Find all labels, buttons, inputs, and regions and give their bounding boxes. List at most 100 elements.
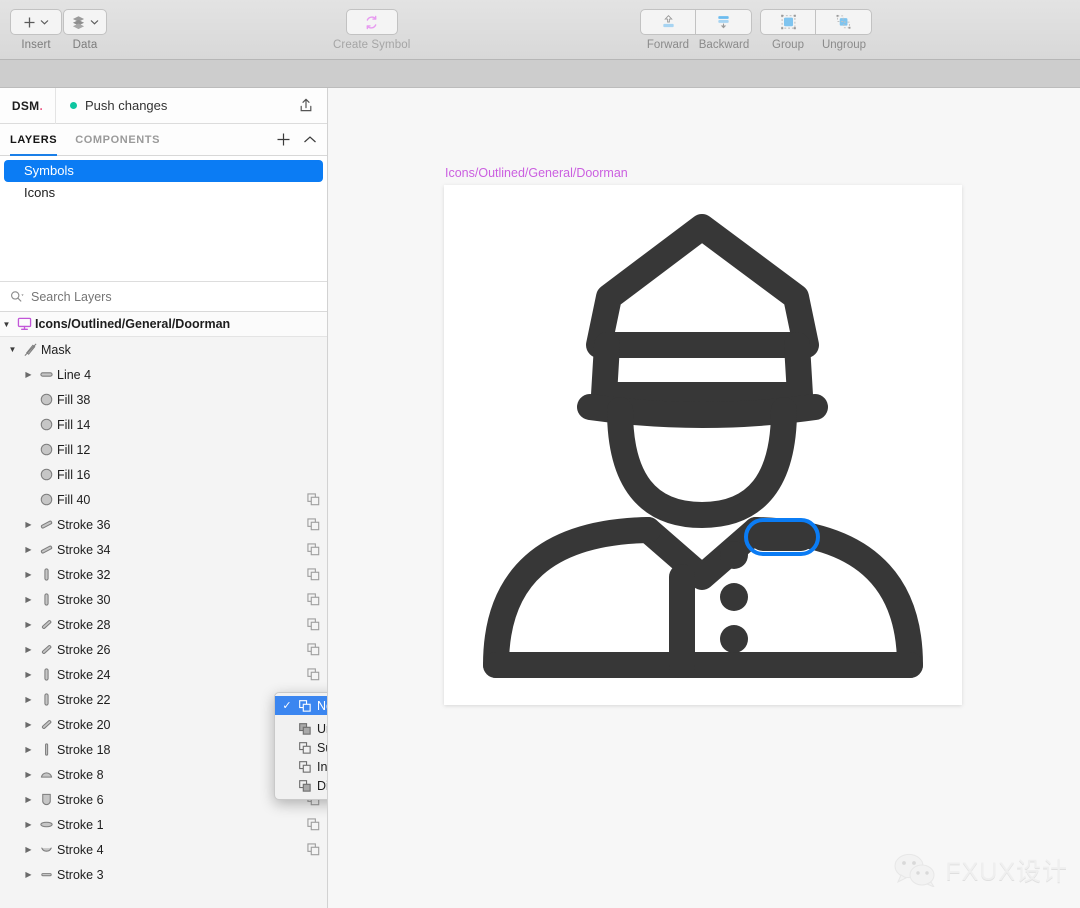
context-menu-item[interactable]: Difference <box>275 776 327 795</box>
layer-row-label: Fill 38 <box>57 392 91 407</box>
symbols-list-item-icons[interactable]: Icons <box>4 182 323 204</box>
context-menu-item-label: Union <box>317 721 327 736</box>
vbar-icon <box>35 592 57 607</box>
artboard[interactable] <box>444 185 962 705</box>
search-layers-row[interactable] <box>0 282 327 312</box>
layer-row[interactable]: ▶ Stroke 36 <box>0 512 327 537</box>
add-button[interactable] <box>276 132 291 147</box>
insert-button[interactable] <box>10 9 62 35</box>
context-menu-item[interactable]: Intersect <box>275 757 327 776</box>
doorman-illustration[interactable] <box>444 185 962 705</box>
layer-row-label: Stroke 26 <box>57 642 111 657</box>
group-icon <box>780 14 796 30</box>
boolean-op-indicator-icon[interactable] <box>299 818 327 831</box>
diag-stroke-icon <box>35 517 57 532</box>
layer-row[interactable]: Fill 14 <box>0 412 327 437</box>
disclosure-triangle-icon[interactable]: ▶ <box>22 370 35 379</box>
toolbar-group-arrange: Forward Backward <box>640 9 752 51</box>
context-menu-item-label: Intersect <box>317 759 327 774</box>
chevron-up-icon <box>304 135 316 142</box>
layer-row[interactable]: ▼ Mask <box>0 337 327 362</box>
context-menu-item[interactable]: Union <box>275 719 327 738</box>
vbar-icon <box>35 692 57 707</box>
layer-row[interactable]: Fill 38 <box>0 387 327 412</box>
layer-row-root[interactable]: ▼ Icons/Outlined/General/Doorman <box>0 312 327 337</box>
circle-icon <box>35 492 57 507</box>
create-symbol-icon <box>366 15 377 29</box>
disclosure-triangle-icon[interactable]: ▶ <box>22 845 35 854</box>
layer-row[interactable]: ▶ Stroke 24 <box>0 662 327 687</box>
disclosure-triangle-icon[interactable]: ▶ <box>22 545 35 554</box>
tab-layers[interactable]: LAYERS <box>10 124 57 156</box>
forward-label: Forward <box>646 39 690 51</box>
share-button[interactable] <box>285 98 327 113</box>
boolean-op-indicator-icon[interactable] <box>299 643 327 656</box>
boolean-op-indicator-icon[interactable] <box>299 518 327 531</box>
diag-stroke-icon <box>35 542 57 557</box>
disclosure-triangle-icon[interactable]: ▶ <box>22 670 35 679</box>
create-symbol-label: Create Symbol <box>333 39 411 51</box>
disclosure-triangle-icon[interactable]: ▶ <box>22 795 35 804</box>
boolean-op-indicator-icon[interactable] <box>299 493 327 506</box>
layer-row[interactable]: ▶ Stroke 34 <box>0 537 327 562</box>
tab-components[interactable]: COMPONENTS <box>75 124 160 156</box>
disclosure-triangle-icon[interactable]: ▶ <box>22 520 35 529</box>
layer-row-label: Stroke 28 <box>57 617 111 632</box>
disclosure-triangle-icon[interactable]: ▶ <box>22 645 35 654</box>
canvas-area[interactable]: Icons/Outlined/General/Doorman FXUX设计 <box>329 88 1080 908</box>
boolean-op-indicator-icon[interactable] <box>299 543 327 556</box>
context-menu-item[interactable]: Subtract <box>275 738 327 757</box>
layer-row[interactable]: ▶ Stroke 28 <box>0 612 327 637</box>
layer-row[interactable]: ▶ Stroke 4 <box>0 837 327 862</box>
disclosure-triangle-icon[interactable]: ▶ <box>22 870 35 879</box>
layer-row[interactable]: Fill 16 <box>0 462 327 487</box>
layer-row-label: Mask <box>41 342 71 357</box>
thin-vbar-icon <box>35 742 57 757</box>
data-button[interactable] <box>63 9 107 35</box>
boolean-op-indicator-icon[interactable] <box>299 593 327 606</box>
send-backward-icon <box>718 16 729 29</box>
boolean-op-indicator-icon[interactable] <box>299 568 327 581</box>
layer-row[interactable]: ▶ Line 4 <box>0 362 327 387</box>
symbols-list-item-symbols[interactable]: Symbols <box>4 160 323 182</box>
context-menu-item[interactable]: ✓ None <box>275 696 327 715</box>
search-icon <box>11 291 24 302</box>
layer-row[interactable]: ▶ Stroke 30 <box>0 587 327 612</box>
disclosure-triangle-icon[interactable]: ▶ <box>22 695 35 704</box>
disclosure-triangle-icon[interactable]: ▶ <box>22 820 35 829</box>
disclosure-triangle-icon[interactable]: ▶ <box>22 745 35 754</box>
layer-row[interactable]: ▶ Stroke 3 <box>0 862 327 887</box>
disclosure-triangle-icon[interactable]: ▶ <box>22 570 35 579</box>
artboard-label[interactable]: Icons/Outlined/General/Doorman <box>445 166 628 180</box>
boolean-op-indicator-icon[interactable] <box>299 843 327 856</box>
dsm-logo[interactable]: DSM. <box>0 87 56 124</box>
disclosure-triangle-icon[interactable]: ▶ <box>22 720 35 729</box>
layer-row[interactable]: ▶ Stroke 32 <box>0 562 327 587</box>
disclosure-triangle-icon[interactable]: ▶ <box>22 620 35 629</box>
search-input[interactable] <box>31 289 317 304</box>
layer-row-label: Stroke 36 <box>57 517 111 532</box>
boolean-op-indicator-icon[interactable] <box>299 618 327 631</box>
layer-row[interactable]: ▶ Stroke 1 <box>0 812 327 837</box>
toolbar-group-create-symbol: Create Symbol <box>333 9 410 51</box>
layer-row[interactable]: Fill 12 <box>0 437 327 462</box>
collapse-button[interactable] <box>303 135 317 145</box>
forward-button[interactable] <box>640 9 696 35</box>
push-changes-label: Push changes <box>85 98 168 113</box>
boolean-op-indicator-icon[interactable] <box>299 668 327 681</box>
create-symbol-button[interactable] <box>345 9 398 35</box>
disclosure-triangle-icon[interactable]: ▶ <box>22 770 35 779</box>
disclosure-triangle-icon[interactable]: ▶ <box>22 595 35 604</box>
backward-button[interactable] <box>696 9 752 35</box>
layer-row-label: Fill 40 <box>57 492 91 507</box>
layer-row-label: Stroke 20 <box>57 717 111 732</box>
push-changes-button[interactable]: Push changes <box>56 98 285 113</box>
layer-row[interactable]: Fill 40 <box>0 487 327 512</box>
disclosure-triangle-icon[interactable]: ▼ <box>0 320 13 329</box>
circle-icon <box>35 467 57 482</box>
layer-row-label: Stroke 22 <box>57 692 111 707</box>
group-button[interactable] <box>760 9 816 35</box>
disclosure-triangle-icon[interactable]: ▼ <box>6 345 19 354</box>
layer-row[interactable]: ▶ Stroke 26 <box>0 637 327 662</box>
ungroup-button[interactable] <box>816 9 872 35</box>
